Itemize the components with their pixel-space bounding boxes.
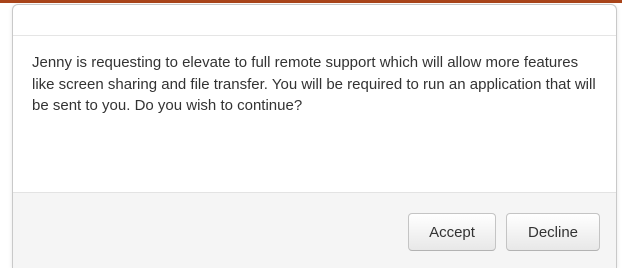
dialog-message: Jenny is requesting to elevate to full r…	[32, 54, 596, 114]
remote-support-dialog: Jenny is requesting to elevate to full r…	[12, 4, 617, 268]
accept-button[interactable]: Accept	[408, 213, 496, 251]
decline-button[interactable]: Decline	[506, 213, 600, 251]
dialog-header	[13, 5, 616, 36]
window-accent-bar	[0, 0, 622, 3]
screen: Jenny is requesting to elevate to full r…	[0, 0, 622, 268]
dialog-body: Jenny is requesting to elevate to full r…	[13, 36, 616, 193]
dialog-footer: Accept Decline	[13, 193, 616, 268]
